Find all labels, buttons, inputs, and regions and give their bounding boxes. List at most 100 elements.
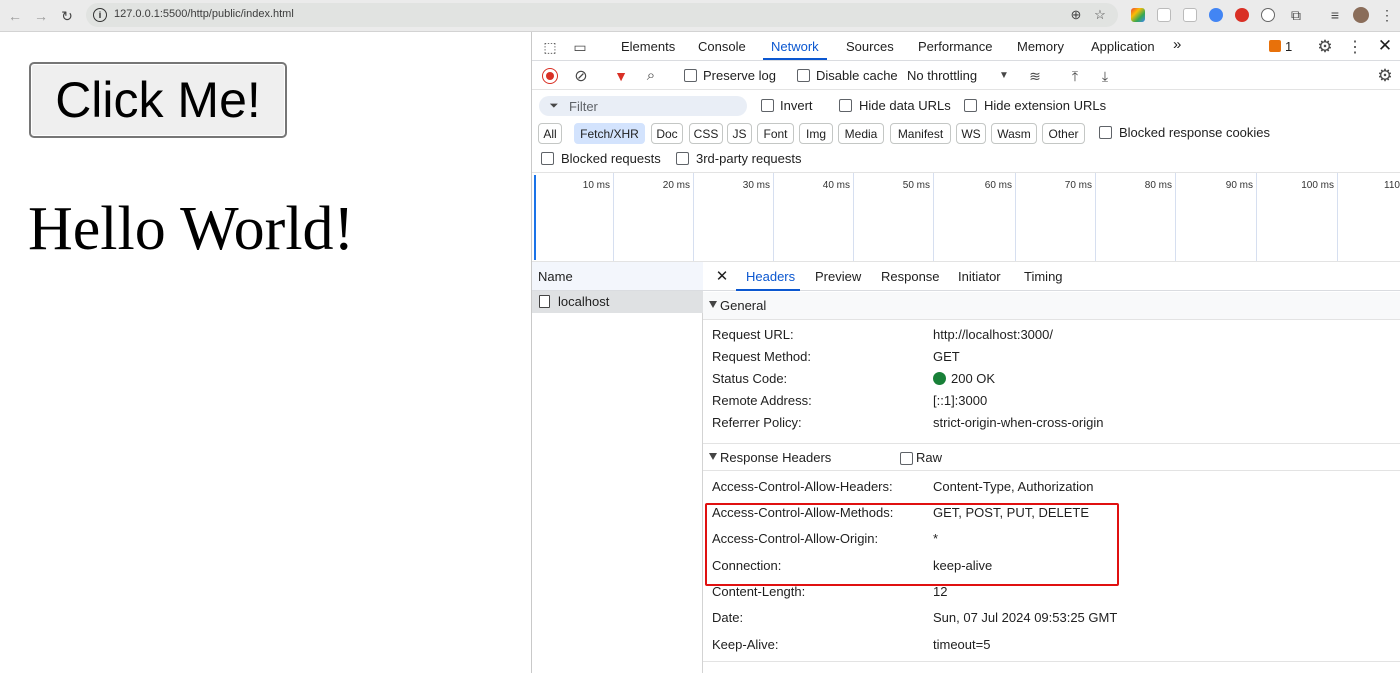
tab-sources[interactable]: Sources xyxy=(846,39,894,54)
address-url[interactable]: 127.0.0.1:5500/http/public/index.html xyxy=(114,8,294,20)
extension-icon[interactable] xyxy=(1209,8,1223,22)
type-filter-all[interactable]: All xyxy=(538,123,562,144)
type-filter-font[interactable]: Font xyxy=(757,123,794,144)
throttling-select[interactable]: No throttling xyxy=(907,68,977,83)
hide-data-urls-checkbox[interactable] xyxy=(839,99,852,112)
third-party-requests-checkbox[interactable] xyxy=(676,152,689,165)
request-row[interactable]: localhost xyxy=(532,291,703,313)
general-header-name: Request URL: xyxy=(712,327,794,342)
timeline-tick-label: 110 xyxy=(1384,180,1400,191)
settings-gear-icon[interactable]: ⚙ xyxy=(1315,37,1335,57)
extension-icon[interactable] xyxy=(1261,8,1275,22)
tab-response[interactable]: Response xyxy=(881,269,940,284)
tab-console[interactable]: Console xyxy=(698,39,746,54)
tab-preview[interactable]: Preview xyxy=(815,269,861,284)
timeline-tick-label: 10 ms xyxy=(582,180,610,191)
preserve-log-label: Preserve log xyxy=(703,68,776,83)
network-toolbar: ⊘ ▼ ⌕ Preserve log Disable cache No thro… xyxy=(532,61,1400,90)
type-filter-js[interactable]: JS xyxy=(727,123,752,144)
tab-headers[interactable]: Headers xyxy=(746,269,795,284)
issues-count[interactable]: 1 xyxy=(1285,39,1292,54)
type-filter-media[interactable]: Media xyxy=(838,123,884,144)
back-arrow-icon[interactable]: ← xyxy=(5,6,25,26)
inspect-element-icon[interactable]: ⬚ xyxy=(541,38,559,56)
more-tabs-icon[interactable]: » xyxy=(1173,36,1181,53)
type-filter-wasm[interactable]: Wasm xyxy=(991,123,1037,144)
extension-icon[interactable] xyxy=(1157,8,1171,22)
browser-menu-icon[interactable]: ⋮ xyxy=(1380,6,1394,24)
request-name[interactable]: localhost xyxy=(558,294,609,309)
forward-arrow-icon[interactable]: → xyxy=(31,6,51,26)
media-control-icon[interactable]: ≡ xyxy=(1326,6,1344,24)
type-filter-css[interactable]: CSS xyxy=(689,123,723,144)
blocked-response-cookies-checkbox[interactable] xyxy=(1099,126,1112,139)
tab-initiator[interactable]: Initiator xyxy=(958,269,1001,284)
timeline-tick: 10 ms xyxy=(532,173,614,261)
tab-performance[interactable]: Performance xyxy=(918,39,992,54)
response-header-name: Keep-Alive: xyxy=(712,637,779,652)
type-filter-manifest[interactable]: Manifest xyxy=(890,123,951,144)
tab-elements[interactable]: Elements xyxy=(621,39,675,54)
reload-icon[interactable]: ↻ xyxy=(57,6,77,26)
adblock-icon[interactable] xyxy=(1235,8,1249,22)
zoom-icon[interactable]: ⊕ xyxy=(1068,7,1084,23)
timeline-tick-label: 80 ms xyxy=(1144,180,1172,191)
general-section-header[interactable]: General xyxy=(703,292,1400,320)
bookmark-star-icon[interactable]: ☆ xyxy=(1092,7,1108,23)
hide-extension-urls-checkbox[interactable] xyxy=(964,99,977,112)
network-timeline-overview[interactable]: 10 ms 20 ms 30 ms 40 ms 50 ms 60 ms 70 m… xyxy=(532,172,1400,262)
issues-flag-icon[interactable] xyxy=(1269,40,1281,52)
general-header-value: 200 OK xyxy=(951,371,996,386)
extension-icon[interactable] xyxy=(1131,8,1145,22)
timeline-tick: 20 ms xyxy=(614,173,694,261)
tab-memory[interactable]: Memory xyxy=(1017,39,1064,54)
network-settings-gear-icon[interactable]: ⚙ xyxy=(1375,66,1395,86)
network-conditions-icon[interactable]: ≋ xyxy=(1026,67,1044,85)
type-filter-ws[interactable]: WS xyxy=(956,123,986,144)
dropdown-arrow-icon[interactable]: ▼ xyxy=(999,70,1009,81)
disable-cache-checkbox[interactable] xyxy=(797,69,810,82)
filter-funnel-icon[interactable]: ▼ xyxy=(613,68,629,84)
timeline-tick-label: 50 ms xyxy=(902,180,930,191)
tab-timing[interactable]: Timing xyxy=(1024,269,1063,284)
timeline-tick: 50 ms xyxy=(854,173,934,261)
click-me-button[interactable]: Click Me! xyxy=(29,62,287,138)
requests-list: Name localhost xyxy=(532,262,703,673)
collapse-triangle-icon xyxy=(709,301,717,308)
type-filter-doc[interactable]: Doc xyxy=(651,123,683,144)
filter-input[interactable]: ⏷ Filter xyxy=(539,96,747,116)
name-column-header[interactable]: Name xyxy=(532,262,703,291)
tab-network[interactable]: Network xyxy=(771,39,819,54)
record-stop-icon[interactable] xyxy=(542,68,558,84)
timeline-tick-label: 40 ms xyxy=(822,180,850,191)
tab-application[interactable]: Application xyxy=(1091,39,1155,54)
timeline-tick: 60 ms xyxy=(934,173,1016,261)
address-bar[interactable]: i 127.0.0.1:5500/http/public/index.html … xyxy=(86,3,1118,27)
type-filter-other[interactable]: Other xyxy=(1042,123,1085,144)
cors-headers-highlight-box xyxy=(705,503,1119,586)
response-header-name: Access-Control-Allow-Headers: xyxy=(712,479,893,494)
search-icon[interactable]: ⌕ xyxy=(642,66,660,84)
type-filter-fetch-xhr[interactable]: Fetch/XHR xyxy=(574,123,645,144)
more-options-icon[interactable]: ⋮ xyxy=(1347,37,1363,57)
extensions-puzzle-icon[interactable]: ⧉ xyxy=(1287,6,1305,24)
general-header-value: GET xyxy=(933,349,960,364)
invert-checkbox[interactable] xyxy=(761,99,774,112)
avatar[interactable] xyxy=(1353,7,1369,23)
preserve-log-checkbox[interactable] xyxy=(684,69,697,82)
blocked-requests-checkbox[interactable] xyxy=(541,152,554,165)
filter-icon: ⏷ xyxy=(549,99,559,112)
close-details-icon[interactable]: ✕ xyxy=(714,267,730,285)
type-filter-img[interactable]: Img xyxy=(799,123,833,144)
device-toolbar-icon[interactable]: ▭ xyxy=(570,38,590,56)
extension-icon[interactable] xyxy=(1183,8,1197,22)
clear-icon[interactable]: ⊘ xyxy=(572,67,590,85)
raw-checkbox[interactable] xyxy=(900,452,913,465)
timeline-tick-label: 100 ms xyxy=(1301,180,1334,191)
export-har-icon[interactable]: ⤓ xyxy=(1097,67,1113,85)
close-devtools-icon[interactable]: ✕ xyxy=(1375,36,1395,56)
response-headers-section-header[interactable]: Response Headers Raw xyxy=(703,443,1400,471)
request-details-panel: ✕ Headers Preview Response Initiator Tim… xyxy=(703,262,1400,673)
site-info-icon[interactable]: i xyxy=(93,8,107,22)
import-har-icon[interactable]: ⤒ xyxy=(1067,67,1083,85)
